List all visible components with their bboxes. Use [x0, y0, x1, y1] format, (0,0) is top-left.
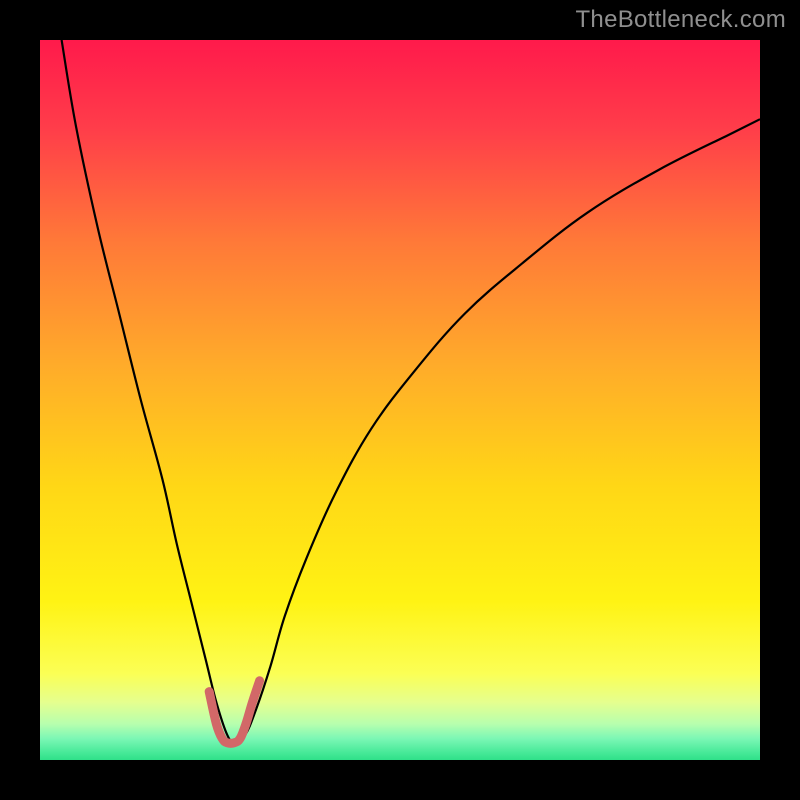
- plot-area: [40, 40, 760, 760]
- chart-frame: TheBottleneck.com: [0, 0, 800, 800]
- bottleneck-curve: [62, 40, 760, 742]
- watermark-text: TheBottleneck.com: [575, 6, 786, 34]
- curve-layer: [40, 40, 760, 760]
- valley-highlight: [209, 681, 259, 744]
